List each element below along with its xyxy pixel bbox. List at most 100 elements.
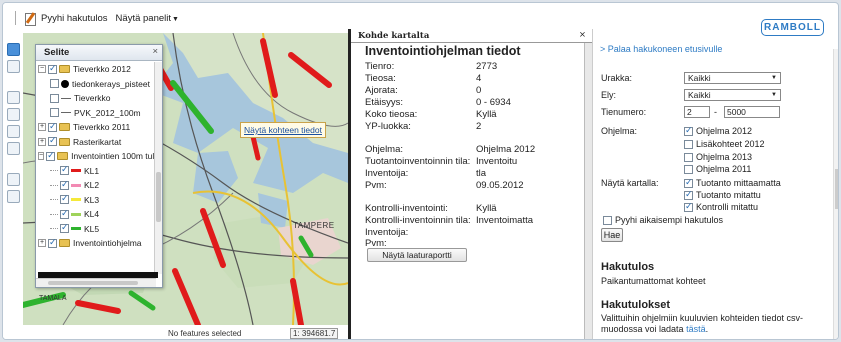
measure-icon[interactable]: [6, 142, 20, 155]
tienumero-label: Tienumero:: [601, 107, 647, 117]
legend-item-inventointien-tulokset[interactable]: − Inventointien 100m tulokset: [36, 149, 156, 164]
layer-checkbox[interactable]: [60, 179, 69, 190]
layer-checkbox[interactable]: [46, 150, 56, 161]
legend-horizontal-scrollbar[interactable]: [36, 278, 156, 287]
info-key: Ajorata:: [365, 85, 398, 96]
line-symbol-icon: [71, 169, 81, 173]
back-to-search-home-link[interactable]: > Palaa hakukoneen etusivulle: [600, 44, 722, 54]
checkbox[interactable]: [684, 125, 693, 136]
checkbox[interactable]: [603, 215, 612, 225]
pan-icon[interactable]: [6, 173, 20, 186]
info-key: YP-luokka:: [365, 121, 411, 132]
legend-vertical-scrollbar[interactable]: [154, 62, 162, 274]
checkbox[interactable]: [684, 139, 693, 149]
expand-icon[interactable]: +: [38, 239, 46, 248]
show-quality-report-button[interactable]: Näytä laaturaportti: [367, 248, 467, 262]
layer-checkbox[interactable]: [48, 135, 57, 147]
legend-item-inventointiohjelma[interactable]: + Inventointiohjelma: [36, 236, 156, 251]
info-key: Inventoija:: [365, 227, 409, 238]
layer-checkbox[interactable]: [48, 121, 57, 132]
eraser-icon[interactable]: [24, 12, 37, 26]
layer-checkbox[interactable]: [60, 193, 69, 205]
info-panel-splitter[interactable]: [584, 43, 592, 339]
layer-checkbox[interactable]: [60, 222, 69, 234]
zoom-in-icon[interactable]: [6, 108, 20, 121]
ely-label: Ely:: [601, 90, 617, 100]
collapse-icon[interactable]: −: [38, 152, 45, 161]
map-filter-option[interactable]: Kontrolli mitattu: [684, 201, 758, 212]
layer-checkbox[interactable]: [50, 108, 59, 118]
csv-download-link[interactable]: tästä: [686, 324, 706, 334]
hakutulos-text: Paikantumattomat kohteet: [601, 276, 706, 286]
close-icon[interactable]: ×: [579, 30, 586, 40]
dropdown-arrow-icon: ▼: [771, 75, 777, 81]
zoom-box-icon[interactable]: [6, 91, 20, 104]
line-symbol-icon: [71, 198, 81, 202]
legend-item-pvk[interactable]: PVK_2012_100m: [36, 106, 156, 121]
clear-search-button[interactable]: Pyyhi hakutulos: [41, 13, 108, 24]
close-icon[interactable]: ×: [152, 46, 158, 57]
program-option[interactable]: Lisäkohteet 2012: [684, 139, 765, 149]
show-panels-menu[interactable]: Näytä panelit▼: [116, 13, 179, 24]
legend-item-tiedonkerays[interactable]: tiedonkerays_pisteet: [36, 77, 156, 92]
info-value: Kyllä: [476, 109, 497, 120]
folder-icon: [59, 239, 70, 248]
info-key: Tieosa:: [365, 73, 396, 84]
collapse-icon[interactable]: −: [38, 65, 46, 74]
checkbox[interactable]: [684, 201, 693, 212]
legend-item-kl4[interactable]: KL4: [36, 207, 156, 222]
info-heading: Inventointiohjelman tiedot: [365, 44, 521, 58]
search-button[interactable]: Hae: [601, 228, 623, 242]
search-panel-scrollbar[interactable]: [833, 49, 838, 339]
info-value: 4: [476, 73, 482, 84]
checkbox[interactable]: [684, 177, 693, 188]
legend-item-kl1[interactable]: KL1: [36, 164, 156, 179]
feature-info-panel: Kohde kartalta × Inventointiohjelman tie…: [348, 29, 592, 339]
program-option[interactable]: Ohjelma 2013: [684, 152, 752, 162]
legend-item-tieverkko[interactable]: Tieverkko: [36, 91, 156, 106]
map-filter-option[interactable]: Tuotanto mitattu: [684, 189, 761, 200]
layer-checkbox[interactable]: [60, 164, 69, 176]
legend-item-label: Inventointien 100m tulokset: [71, 151, 156, 162]
map-filter-option[interactable]: Tuotanto mittaamatta: [684, 177, 781, 188]
info-row: Kontrolli-inventoinnin tila: Inventoimatt…: [365, 215, 533, 226]
checkbox[interactable]: [684, 189, 693, 200]
info-row: Tieosa: 4: [365, 73, 481, 84]
ely-select[interactable]: Kaikki ▼: [684, 89, 781, 101]
layer-checkbox[interactable]: [48, 63, 57, 74]
layer-checkbox[interactable]: [48, 237, 57, 248]
print-icon[interactable]: [6, 190, 20, 203]
layer-checkbox[interactable]: [50, 93, 59, 103]
legend-item-label: tiedonkerays_pisteet: [72, 78, 150, 89]
legend-item-tieverkko-2012[interactable]: − Tieverkko 2012: [36, 62, 156, 77]
app-frame: Pyyhi hakutulos Näytä panelit▼ TAMPERE T…: [2, 2, 839, 340]
legend-item-kl2[interactable]: KL2: [36, 178, 156, 193]
program-option[interactable]: Ohjelma 2011: [684, 164, 751, 174]
layer-checkbox[interactable]: [50, 79, 59, 89]
expand-icon[interactable]: +: [38, 123, 46, 132]
legend-item-kl3[interactable]: KL3: [36, 193, 156, 208]
legend-item-tieverkko-2011[interactable]: + Tieverkko 2011: [36, 120, 156, 135]
show-feature-info-link[interactable]: Näytä kohteen tiedot: [240, 122, 326, 138]
legend-item-rasterikartat[interactable]: + Rasterikartat: [36, 135, 156, 150]
urakka-select[interactable]: Kaikki ▼: [684, 72, 781, 84]
select-tool-icon[interactable]: [6, 43, 20, 56]
info-value: tla: [476, 168, 487, 179]
line-symbol-icon: [71, 212, 81, 216]
info-tool-icon[interactable]: [6, 60, 20, 73]
legend-item-label: Tieverkko 2012: [73, 64, 131, 75]
checkbox[interactable]: [684, 164, 693, 174]
legend-item-kl5[interactable]: KL5: [36, 222, 156, 237]
program-option[interactable]: Ohjelma 2012: [684, 125, 752, 136]
clear-previous-option[interactable]: Pyyhi aikaisempi hakutulos: [603, 215, 723, 225]
layer-checkbox[interactable]: [60, 208, 69, 219]
info-panel-title: Kohde kartalta: [358, 31, 430, 41]
info-key: Etäisyys:: [365, 97, 404, 108]
road-number-to-input[interactable]: 5000: [724, 106, 780, 118]
zoom-out-icon[interactable]: [6, 125, 20, 138]
dropdown-arrow-icon: ▼: [771, 92, 777, 98]
checkbox[interactable]: [684, 152, 693, 162]
expand-icon[interactable]: +: [38, 137, 46, 146]
map-filter-label: Tuotanto mittaamatta: [696, 178, 781, 188]
road-number-from-input[interactable]: 2: [684, 106, 710, 118]
